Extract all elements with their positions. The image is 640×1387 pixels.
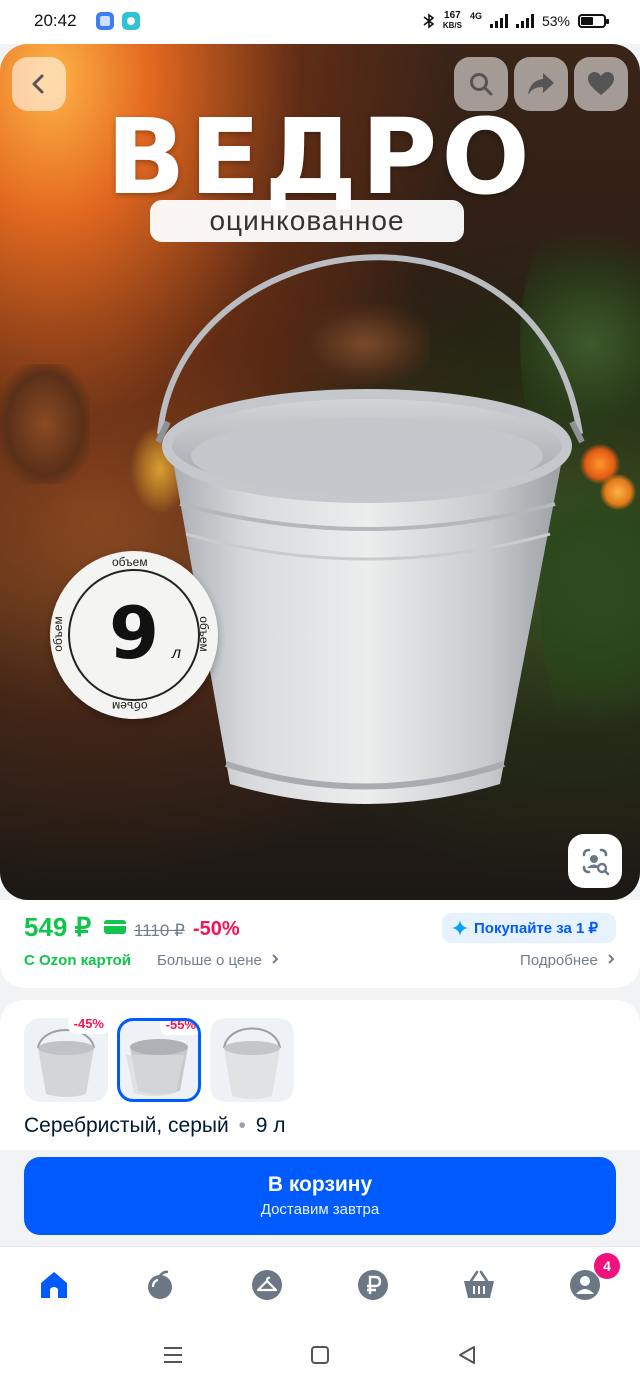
system-nav-bar <box>0 1322 640 1387</box>
price-card: 549 ₽ 1110 ₽ -50% Покупайте за 1 ₽ С Ozo… <box>0 900 640 988</box>
signal-icon <box>489 14 508 28</box>
variant-label: Серебристый, серый • 9 л <box>24 1114 286 1138</box>
fresh-icon <box>148 1270 172 1299</box>
buy-for-1-label: Покупайте за 1 ₽ <box>474 920 599 937</box>
pot-decor <box>0 364 90 484</box>
battery-percent: 53% <box>541 13 570 29</box>
flower-decor <box>600 474 636 510</box>
tab-cart[interactable] <box>461 1267 497 1303</box>
bluetooth-icon <box>423 13 435 29</box>
network-type: 4G <box>469 11 482 21</box>
details-label: Подробнее <box>520 952 598 969</box>
favorite-button[interactable] <box>574 57 628 111</box>
current-price: 549 ₽ <box>24 912 92 942</box>
back-button[interactable] <box>12 57 66 111</box>
hanger-icon <box>252 1270 282 1300</box>
home-icon <box>41 1272 67 1298</box>
variant-thumb-1[interactable]: -45% <box>24 1018 108 1102</box>
net-speed: 167 KB/S <box>443 11 462 31</box>
ruble-icon <box>358 1270 388 1300</box>
tab-fresh[interactable] <box>142 1267 178 1303</box>
variant-discount: -55% <box>159 1021 198 1035</box>
add-to-cart-label: В корзину <box>267 1173 373 1196</box>
badge-ring-text: объем <box>112 555 148 569</box>
status-time: 20:42 <box>34 11 77 30</box>
volume-badge: объем объем объем объем 9 л <box>50 551 218 719</box>
volume-unit: л <box>172 645 182 662</box>
ozon-card-icon <box>104 920 126 934</box>
app-notification-icon <box>96 12 114 30</box>
variant-discount: -45% <box>67 1018 108 1034</box>
variant-thumb-2[interactable]: -55% <box>117 1018 201 1102</box>
nav-menu-button[interactable] <box>158 1340 188 1370</box>
variant-selector: -45% -55% Серебристый, серый • 9 л <box>0 1000 640 1150</box>
triangle-back-icon <box>459 1346 475 1364</box>
status-bar: 20:42 167 KB/S 4G 53% <box>0 0 640 44</box>
share-icon <box>528 73 554 95</box>
sparkle-icon <box>452 920 468 936</box>
add-to-cart-button[interactable]: В корзину Доставим завтра <box>24 1157 616 1235</box>
battery-icon <box>578 14 609 28</box>
nav-back-button[interactable] <box>452 1340 482 1370</box>
details-link[interactable]: Подробнее <box>520 952 616 969</box>
more-about-price-label: Больше о цене <box>157 952 262 969</box>
messenger-notification-icon <box>122 12 140 30</box>
hero-subtitle: оцинкованное <box>150 200 464 242</box>
chevron-right-icon <box>272 954 279 964</box>
delivery-label: Доставим завтра <box>260 1201 380 1218</box>
tab-home[interactable] <box>36 1267 72 1303</box>
image-search-icon <box>582 848 610 876</box>
heart-icon <box>588 72 614 95</box>
variant-color: Серебристый, серый <box>24 1114 229 1137</box>
ozon-card-label[interactable]: С Ozon картой <box>24 952 131 969</box>
buy-for-1-button[interactable]: Покупайте за 1 ₽ <box>442 913 616 943</box>
net-speed-value: 167 <box>444 10 461 21</box>
variant-thumb-3[interactable] <box>210 1018 294 1102</box>
tab-finance[interactable] <box>355 1267 391 1303</box>
square-icon <box>311 1346 329 1364</box>
badge-ring-text: объем <box>112 699 148 713</box>
menu-icon <box>164 1347 182 1363</box>
search-button[interactable] <box>454 57 508 111</box>
nav-home-button[interactable] <box>305 1340 335 1370</box>
signal-2-icon <box>515 14 534 28</box>
old-price: 1110 ₽ <box>134 921 185 940</box>
bottom-tab-bar: 4 <box>0 1246 640 1322</box>
cart-icon <box>464 1270 494 1298</box>
bucket-illustration <box>155 254 585 804</box>
more-about-price-link[interactable]: Больше о цене <box>157 952 280 969</box>
search-icon <box>470 73 493 96</box>
cart-count-badge: 4 <box>594 1253 620 1279</box>
visual-search-button[interactable] <box>568 834 622 888</box>
chevron-right-icon <box>608 954 615 964</box>
volume-value: 9 <box>108 591 160 675</box>
variant-size: 9 л <box>255 1114 286 1137</box>
discount-percent: -50% <box>193 918 240 940</box>
bucket-thumb <box>223 1027 281 1099</box>
product-image[interactable]: ВЕДРО оцинкованное объем объем объем объ… <box>0 44 640 900</box>
net-speed-unit: KB/S <box>442 21 462 30</box>
tab-fashion[interactable] <box>249 1267 285 1303</box>
chevron-left-icon <box>32 74 44 94</box>
status-right: 167 KB/S 4G 53% <box>423 8 609 34</box>
share-button[interactable] <box>514 57 568 111</box>
variant-separator: • <box>238 1114 246 1137</box>
